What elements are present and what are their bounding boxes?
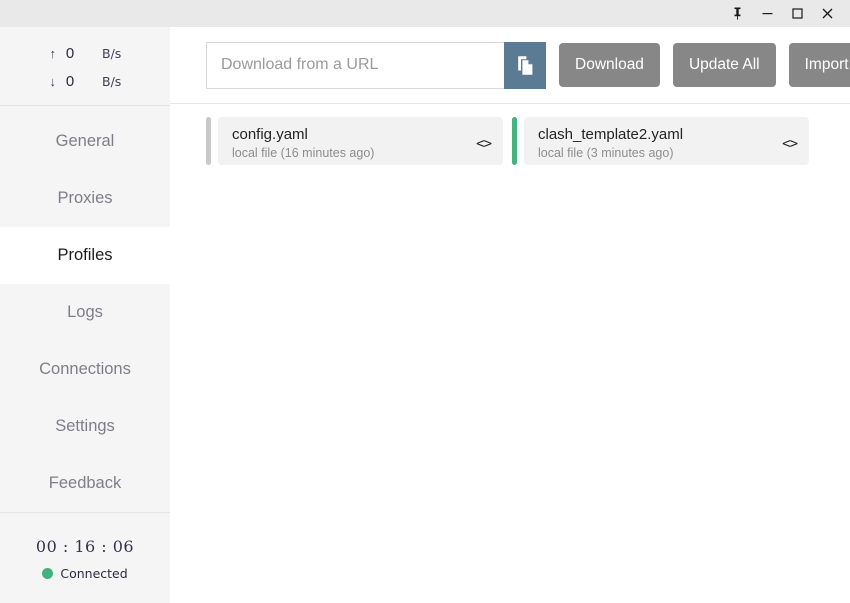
profile-card[interactable]: config.yaml local file (16 minutes ago) … [206, 117, 503, 165]
profile-text: config.yaml local file (16 minutes ago) [232, 126, 374, 161]
sidebar-item-settings[interactable]: Settings [0, 398, 170, 455]
sidebar-item-label: Proxies [57, 189, 112, 208]
upload-speed-row: ↑ 0 B/s [0, 39, 170, 67]
import-button[interactable]: Import [789, 43, 850, 87]
sidebar-item-label: Profiles [57, 246, 112, 265]
sidebar-item-label: Feedback [49, 474, 121, 493]
sidebar-item-proxies[interactable]: Proxies [0, 170, 170, 227]
sidebar-item-feedback[interactable]: Feedback [0, 455, 170, 512]
maximize-icon[interactable] [782, 0, 812, 27]
url-input[interactable] [206, 42, 504, 89]
profile-card-body[interactable]: config.yaml local file (16 minutes ago) … [218, 117, 503, 165]
app-window: ↑ 0 B/s ↓ 0 B/s General Proxies Profiles… [0, 0, 850, 603]
sidebar-item-label: Settings [55, 417, 115, 436]
profile-card-body[interactable]: clash_template2.yaml local file (3 minut… [524, 117, 809, 165]
main-content: Download Update All Import config.yaml l… [170, 27, 850, 603]
sidebar-item-connections[interactable]: Connections [0, 341, 170, 398]
sidebar: ↑ 0 B/s ↓ 0 B/s General Proxies Profiles… [0, 27, 170, 603]
download-speed-row: ↓ 0 B/s [0, 67, 170, 95]
pin-icon[interactable] [722, 0, 752, 27]
connection-status: Connected [0, 566, 170, 581]
upload-speed-value: 0 [56, 45, 84, 62]
titlebar [0, 0, 850, 27]
status-dot-icon [42, 568, 53, 579]
update-all-button[interactable]: Update All [673, 43, 776, 87]
profile-name: config.yaml [232, 126, 374, 145]
code-icon[interactable]: <> [772, 136, 797, 152]
profile-text: clash_template2.yaml local file (3 minut… [538, 126, 683, 161]
profile-subtitle: local file (16 minutes ago) [232, 145, 374, 161]
close-icon[interactable] [812, 0, 842, 27]
sidebar-item-label: Logs [67, 303, 103, 322]
sidebar-item-label: General [56, 132, 115, 151]
profile-name: clash_template2.yaml [538, 126, 683, 145]
upload-speed-unit: B/s [102, 46, 121, 61]
profile-subtitle: local file (3 minutes ago) [538, 145, 683, 161]
uptime-timer: 00 : 16 : 06 [0, 537, 170, 556]
sidebar-item-label: Connections [39, 360, 131, 379]
paste-url-button[interactable] [504, 42, 546, 89]
copy-files-icon [516, 55, 535, 76]
sidebar-footer: 00 : 16 : 06 Connected [0, 512, 170, 603]
minimize-icon[interactable] [752, 0, 782, 27]
sidebar-item-logs[interactable]: Logs [0, 284, 170, 341]
download-speed-unit: B/s [102, 74, 121, 89]
download-speed-value: 0 [56, 73, 84, 90]
profile-list: config.yaml local file (16 minutes ago) … [170, 104, 850, 165]
sidebar-item-general[interactable]: General [0, 113, 170, 170]
code-icon[interactable]: <> [466, 136, 491, 152]
sidebar-nav: General Proxies Profiles Logs Connection… [0, 106, 170, 512]
status-badge: Connected [60, 566, 127, 581]
profile-card[interactable]: clash_template2.yaml local file (3 minut… [512, 117, 809, 165]
speed-panel: ↑ 0 B/s ↓ 0 B/s [0, 27, 170, 106]
sidebar-item-profiles[interactable]: Profiles [0, 227, 170, 284]
download-arrow-icon: ↓ [0, 74, 56, 89]
toolbar: Download Update All Import [170, 27, 850, 104]
profile-status-bar [206, 117, 211, 165]
upload-arrow-icon: ↑ [0, 46, 56, 61]
download-button[interactable]: Download [559, 43, 660, 87]
profile-status-bar [512, 117, 517, 165]
